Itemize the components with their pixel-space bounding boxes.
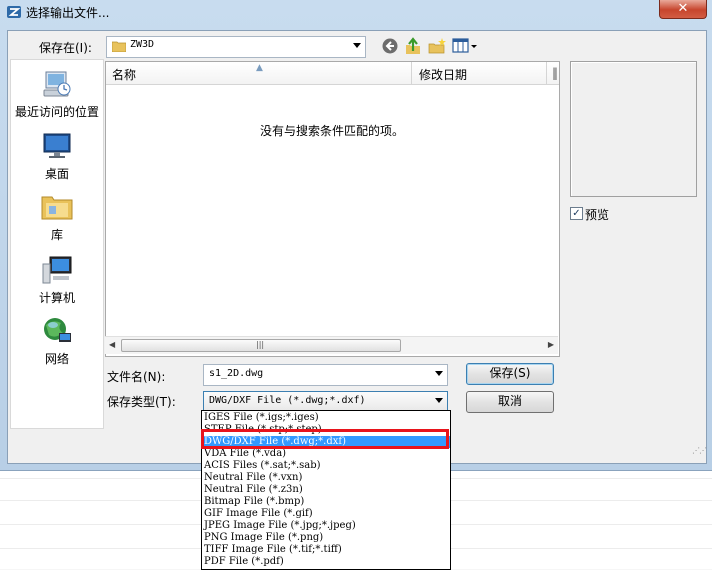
- resize-grip[interactable]: ⋰⋰: [692, 446, 707, 455]
- window-title: 选择输出文件...: [26, 6, 110, 20]
- save-in-label: 保存在(I):: [39, 41, 92, 55]
- filetype-select[interactable]: DWG/DXF File (*.dwg;*.dxf): [203, 391, 448, 412]
- filetype-label: 保存类型(T):: [107, 395, 176, 409]
- network-icon: [44, 318, 71, 342]
- up-folder-icon[interactable]: [404, 36, 422, 56]
- place-libraries[interactable]: 库: [11, 191, 103, 243]
- place-label: 桌面: [44, 167, 69, 181]
- location-combo[interactable]: ZW3D: [106, 36, 366, 58]
- preview-checkbox[interactable]: ✓: [570, 207, 583, 220]
- scroll-thumb[interactable]: |||: [121, 339, 401, 352]
- filetype-option[interactable]: GIF Image File (*.gif): [202, 508, 450, 520]
- chevron-down-icon[interactable]: [353, 43, 361, 48]
- filetype-value: DWG/DXF File (*.dwg;*.dxf): [209, 395, 366, 406]
- column-more[interactable]: ‖: [552, 66, 558, 80]
- folder-icon: [112, 41, 126, 52]
- location-value: ZW3D: [130, 39, 155, 50]
- place-label: 最近访问的位置: [14, 105, 99, 119]
- title-bar[interactable]: 选择输出文件... ✕: [0, 0, 712, 24]
- filetype-option[interactable]: Neutral File (*.vxn): [202, 472, 450, 484]
- chevron-down-icon[interactable]: [435, 371, 443, 376]
- save-button[interactable]: 保存(S): [466, 363, 554, 385]
- save-dialog: 选择输出文件... ✕ 保存在(I): ZW3D 最近访问的位置 桌面 库 计算…: [0, 0, 712, 471]
- place-label: 计算机: [38, 291, 75, 305]
- place-label: 网络: [44, 352, 69, 366]
- place-label: 库: [50, 228, 63, 242]
- filetype-option[interactable]: JPEG Image File (*.jpg;*.jpeg): [202, 520, 450, 532]
- computer-icon: [42, 256, 72, 284]
- chevron-down-icon[interactable]: [435, 398, 443, 403]
- file-list[interactable]: 名称 ▲ 修改日期 ‖ 没有与搜索条件匹配的项。: [105, 61, 560, 357]
- scroll-right-icon[interactable]: ▶: [548, 340, 554, 349]
- preview-pane: [570, 61, 697, 197]
- scroll-left-icon[interactable]: ◀: [109, 340, 115, 349]
- column-name[interactable]: 名称: [112, 66, 136, 83]
- place-recent[interactable]: 最近访问的位置: [11, 68, 103, 120]
- place-network[interactable]: 网络: [11, 315, 103, 367]
- back-arrow-icon[interactable]: [381, 36, 399, 56]
- filetype-option[interactable]: PDF File (*.pdf): [202, 556, 450, 568]
- place-desktop[interactable]: 桌面: [11, 130, 103, 182]
- place-computer[interactable]: 计算机: [11, 254, 103, 306]
- column-header: 名称 ▲ 修改日期 ‖: [106, 62, 559, 85]
- app-icon: [7, 6, 21, 18]
- filetype-option[interactable]: PNG Image File (*.png): [202, 532, 450, 544]
- libraries-icon: [41, 196, 73, 220]
- filetype-option[interactable]: TIFF Image File (*.tif;*.tiff): [202, 544, 450, 556]
- scroll-grip: |||: [256, 340, 265, 349]
- filename-field[interactable]: s1_2D.dwg: [203, 364, 448, 386]
- dialog-body: 保存在(I): ZW3D 最近访问的位置 桌面 库 计算机 网络 名称 ▲ 修改…: [7, 30, 707, 464]
- filename-label: 文件名(N):: [107, 370, 166, 384]
- close-button[interactable]: ✕: [659, 0, 707, 19]
- recent-places-icon: [43, 71, 71, 97]
- filetype-option[interactable]: VDA File (*.vda): [202, 448, 450, 460]
- filetype-option[interactable]: Neutral File (*.z3n): [202, 484, 450, 496]
- column-divider[interactable]: [546, 62, 547, 84]
- filetype-option[interactable]: IGES File (*.igs;*.iges): [202, 412, 450, 424]
- filetype-option[interactable]: ACIS Files (*.sat;*.sab): [202, 460, 450, 472]
- column-divider[interactable]: [411, 62, 412, 84]
- places-bar: 最近访问的位置 桌面 库 计算机 网络: [10, 59, 104, 429]
- desktop-icon: [43, 133, 71, 158]
- filename-value: s1_2D.dwg: [209, 368, 264, 379]
- view-menu-icon[interactable]: [452, 36, 478, 56]
- sort-up-icon: ▲: [256, 63, 263, 73]
- column-date-modified[interactable]: 修改日期: [419, 66, 467, 83]
- cancel-button[interactable]: 取消: [466, 391, 554, 413]
- preview-label: 预览: [585, 208, 610, 222]
- annotation-highlight-box: [201, 429, 449, 449]
- filetype-option[interactable]: Bitmap File (*.bmp): [202, 496, 450, 508]
- new-folder-icon[interactable]: [427, 36, 447, 56]
- empty-message: 没有与搜索条件匹配的项。: [260, 124, 405, 138]
- horizontal-scrollbar[interactable]: ◀ ||| ▶: [105, 336, 558, 354]
